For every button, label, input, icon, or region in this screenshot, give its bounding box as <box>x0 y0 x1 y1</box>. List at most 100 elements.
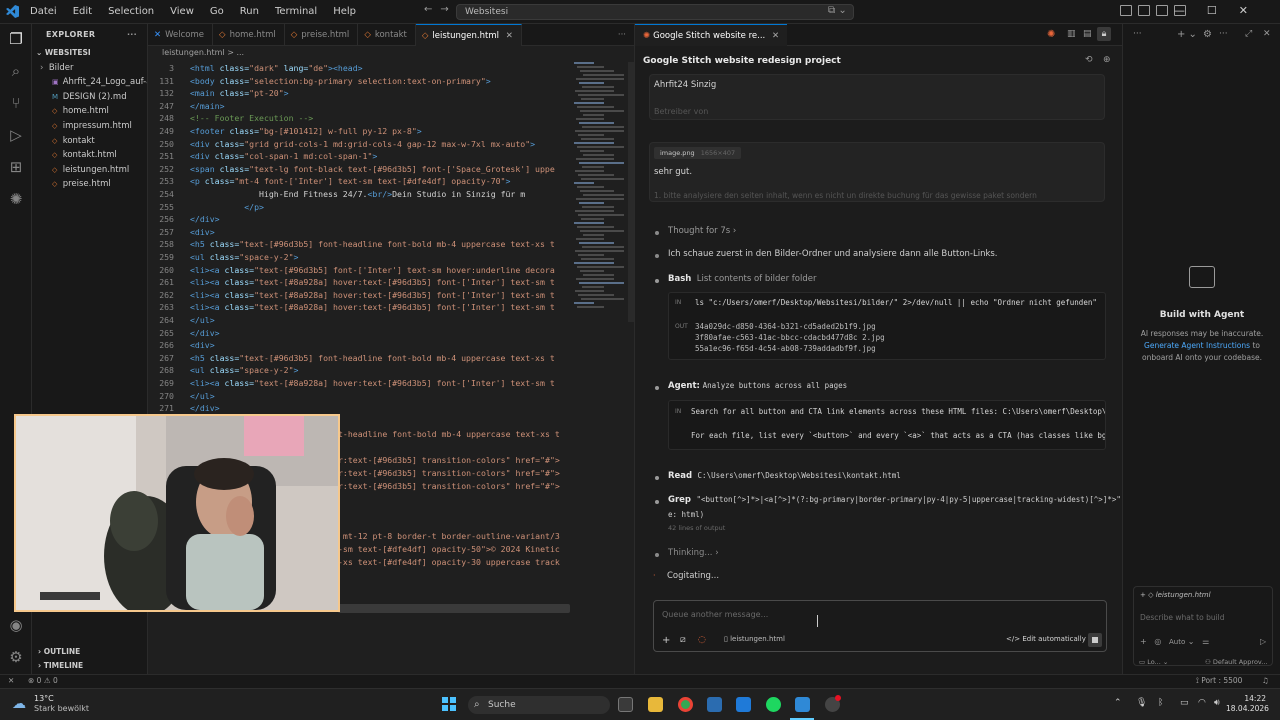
extensions-icon[interactable]: ⊞ <box>7 158 25 176</box>
outlook-icon[interactable] <box>736 697 751 712</box>
code-line[interactable]: 252 <span class="text-lg font-black text-… <box>148 163 570 176</box>
nav-back-forward-icon[interactable]: ←→ <box>424 4 457 15</box>
settings-gear-icon[interactable]: ⚙ <box>1203 29 1212 40</box>
toggle-sidebar-icon[interactable] <box>1120 5 1132 16</box>
outline-section[interactable]: › OUTLINE <box>38 647 80 656</box>
tab-welcome[interactable]: ✕ Welcome <box>148 24 214 46</box>
agent-prompt-input[interactable]: Describe what to build <box>1140 613 1225 622</box>
code-line[interactable]: 267 <h5 class="text-[#96d3b5] font-headli… <box>148 352 570 365</box>
more-actions-icon[interactable]: ··· <box>1133 29 1142 39</box>
live-server-port[interactable]: ⟟ Port : 5500 <box>1196 676 1242 686</box>
mic-icon[interactable]: 🎙︎ <box>1136 698 1147 708</box>
command-center-search[interactable]: Websitesi <box>456 4 854 20</box>
close-chat-tab-icon[interactable]: ✕ <box>772 31 779 41</box>
toggle-panel-icon[interactable] <box>1138 5 1150 16</box>
code-line[interactable]: 253 <p class="mt-4 font-['Inter'] text-sm… <box>148 175 570 188</box>
remote-indicator-icon[interactable]: ✕ <box>8 676 14 685</box>
add-attachment-icon[interactable]: + <box>662 635 670 646</box>
editor-more-icon[interactable]: ··· <box>612 24 634 46</box>
toggle-secondary-sidebar-icon[interactable] <box>1156 5 1168 16</box>
code-line[interactable]: 256 </div> <box>148 213 570 226</box>
message-input[interactable]: Queue another message... <box>662 610 768 619</box>
menu-terminal[interactable]: Terminal <box>267 0 325 24</box>
explorer-icon[interactable]: ❐ <box>7 30 25 48</box>
minimap[interactable] <box>574 62 626 322</box>
tree-file-logo[interactable]: ▣ Ahrfit_24_Logo_auf-an... <box>32 75 147 90</box>
code-line[interactable]: 257 <div> <box>148 226 570 239</box>
wifi-icon[interactable]: ◠ <box>1198 698 1206 708</box>
tree-file-design-md[interactable]: M DESIGN (2).md <box>32 90 147 105</box>
code-line-partial[interactable]: t-headline font-bold mb-4 uppercase text… <box>338 428 570 441</box>
menu-help[interactable]: Help <box>325 0 364 24</box>
agent-step[interactable]: Agent: Analyze buttons across all pages <box>668 381 847 391</box>
weather-widget[interactable]: 13°C Stark bewölkt <box>34 694 89 714</box>
code-line[interactable]: 248 <!-- Footer Execution --> <box>148 112 570 125</box>
file-explorer-icon[interactable] <box>648 697 663 712</box>
window-controls[interactable]: —☐✕ <box>1174 4 1270 17</box>
code-line-partial[interactable]: mt-12 pt-8 border-t border-outline-varia… <box>338 530 570 543</box>
problems-indicator[interactable]: ⊗ 0 ⚠ 0 <box>28 676 58 685</box>
generate-instructions-link[interactable]: Generate Agent Instructions <box>1144 341 1250 350</box>
code-line[interactable]: 265 </div> <box>148 327 570 340</box>
slash-command-icon[interactable]: ⧄ <box>680 635 686 645</box>
code-line[interactable]: 269 <li><a class="text-[#8a928a] hover:te… <box>148 377 570 390</box>
approvals-select[interactable]: ⚇ Default Approv... <box>1205 658 1267 666</box>
image-attachment-chip[interactable]: image.png 1656×407 <box>654 147 742 159</box>
search-icon[interactable]: ⌕ <box>7 62 25 80</box>
claude-icon[interactable]: ✺ <box>1047 29 1055 40</box>
agent-icon[interactable]: ✺ <box>7 190 25 208</box>
code-line[interactable]: 271 </div> <box>148 402 570 415</box>
close-tab-icon[interactable]: ✕ <box>506 31 513 41</box>
code-line-partial[interactable]: -sm text-[#dfe4df] opacity-50">© 2024 Ki… <box>338 543 570 556</box>
code-line[interactable]: 259 <ul class="space-y-2"> <box>148 251 570 264</box>
code-line[interactable]: 260 <li><a class="text-[#96d3b5] font-['I… <box>148 264 570 277</box>
code-line[interactable]: 268 <ul class="space-y-2"> <box>148 364 570 377</box>
code-line-partial[interactable]: r:text-[#96d3b5] transition-colors" href… <box>338 480 570 493</box>
bluetooth-icon[interactable]: ᛒ <box>1158 698 1163 708</box>
maximize-panel-icon[interactable]: ⤢ <box>1245 29 1252 39</box>
menu-run[interactable]: Run <box>232 0 267 24</box>
run-debug-icon[interactable]: ▷ <box>7 126 25 144</box>
spotify-icon[interactable] <box>766 697 781 712</box>
edit-mode-toggle[interactable]: </> Edit automatically <box>1006 635 1086 643</box>
source-control-icon[interactable]: ⑂ <box>7 94 25 112</box>
menu-selection[interactable]: Selection <box>100 0 162 24</box>
settings-gear-icon[interactable]: ⚙ <box>7 648 25 666</box>
code-line[interactable]: 250 <div class="grid grid-cols-1 md:grid-… <box>148 138 570 151</box>
code-line[interactable]: 264 </ul> <box>148 314 570 327</box>
history-icon[interactable]: ⟲ <box>1085 55 1093 65</box>
close-panel-icon[interactable]: ✕ <box>1263 29 1271 39</box>
code-line[interactable]: 263 <li><a class="text-[#8a928a] hover:te… <box>148 301 570 314</box>
tree-file-preise[interactable]: ◇ preise.html <box>32 177 147 192</box>
code-line[interactable]: 3 <html class="dark" lang="de"><head> <box>148 62 570 75</box>
windows-start-icon[interactable] <box>442 697 456 711</box>
volume-icon[interactable]: 🔊︎ <box>1214 698 1220 708</box>
notifications-bell-icon[interactable]: ♫ <box>1262 676 1269 685</box>
tab-kontakt[interactable]: ◇ kontakt <box>358 24 416 46</box>
vscode-taskbar-icon[interactable] <box>795 697 810 712</box>
workspace-root[interactable]: ⌄ WEBSITESI <box>32 46 147 61</box>
more-actions-icon[interactable]: ··· <box>1219 29 1228 39</box>
code-line[interactable]: 247 </main> <box>148 100 570 113</box>
session-target-select[interactable]: ▭ Lo... ⌄ <box>1139 658 1168 666</box>
menu-go[interactable]: Go <box>202 0 232 24</box>
tree-file-kontakt[interactable]: ◇ kontakt <box>32 134 147 149</box>
new-chat-icon[interactable]: ⊕ <box>1103 55 1111 65</box>
code-line[interactable]: 131 <body class="selection:bg-primary sel… <box>148 75 570 88</box>
code-line-partial[interactable]: -xs text-[#dfe4df] opacity-30 uppercase … <box>338 556 570 569</box>
send-icon[interactable]: ▷ <box>1260 637 1266 646</box>
layout-icon[interactable]: ▤ <box>1083 29 1092 39</box>
thought-toggle[interactable]: Thought for 7s › <box>668 226 736 236</box>
code-line[interactable]: 249 <footer class="bg-[#101412] w-full py… <box>148 125 570 138</box>
copilot-icon[interactable]: ⧉ ⌄ <box>828 5 847 16</box>
context-file-chip[interactable]: ▯ leistungen.html <box>724 635 785 643</box>
code-line[interactable]: 266 <div> <box>148 339 570 352</box>
taskbar-search[interactable]: ⌕ Suche <box>468 696 610 714</box>
tree-folder-bilder[interactable]: › Bilder <box>32 61 147 76</box>
code-line[interactable]: 254 High-End Fitness 24/7.<br/>Dein Stud… <box>148 188 570 201</box>
stop-button[interactable] <box>1088 633 1102 647</box>
add-context-icon[interactable]: + <box>1140 637 1147 646</box>
code-line[interactable]: 255 </p> <box>148 201 570 214</box>
task-view-icon[interactable] <box>618 697 633 712</box>
tab-leistungen[interactable]: ◇ leistungen.html ✕ <box>415 24 522 46</box>
